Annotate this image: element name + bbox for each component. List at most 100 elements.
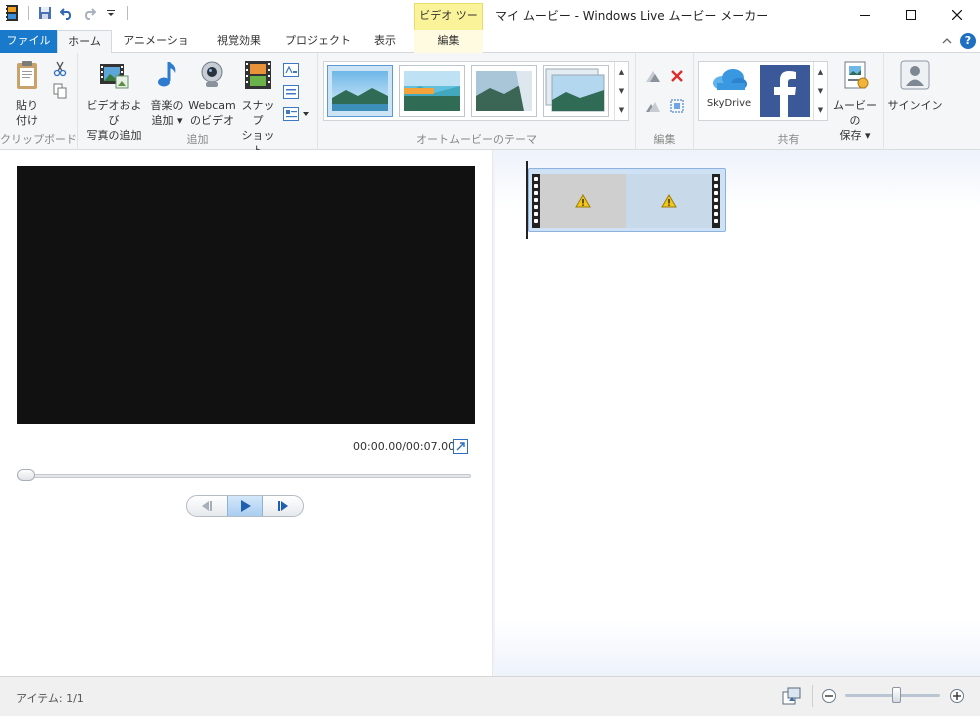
zoom-in-button[interactable]: [950, 689, 964, 703]
undo-icon[interactable]: [59, 5, 75, 21]
save-movie-label-2: 保存 ▾: [839, 129, 871, 142]
minimize-ribbon-icon[interactable]: [942, 37, 952, 45]
video-preview-monitor[interactable]: [17, 166, 475, 424]
copy-button[interactable]: [51, 82, 69, 100]
storyboard-playhead[interactable]: [526, 161, 528, 239]
share-gallery: SkyDrive ▲ ▼ ▼: [698, 61, 828, 121]
remove-button[interactable]: [668, 67, 686, 85]
theme-thumbnail[interactable]: [399, 65, 465, 117]
ribbon: 貼り 付け クリップボード ビデオおよび 写真の追加 音楽の 追加 ▾ Webc…: [0, 53, 980, 157]
copy-icon: [53, 83, 67, 99]
previous-frame-button[interactable]: [187, 496, 227, 516]
caption-icon: [283, 85, 299, 99]
theme-contemporary-icon: [404, 71, 460, 111]
title-icon: [283, 63, 299, 77]
webcam-video-button[interactable]: Webcam のビデオ: [188, 59, 236, 128]
tab-file[interactable]: ファイル: [0, 30, 57, 53]
timecode: 00:00.00/00:07.00: [353, 440, 456, 453]
zoom-out-button[interactable]: [822, 689, 836, 703]
snapshot-label-1: スナップ: [241, 99, 275, 127]
clip-frame: [540, 174, 626, 228]
clipboard-group-label: クリップボード: [0, 133, 77, 146]
fullscreen-preview-icon[interactable]: [453, 439, 468, 454]
webcam-icon: [201, 61, 223, 87]
skydrive-label: SkyDrive: [706, 98, 752, 109]
storyboard-clip[interactable]: [528, 168, 726, 232]
seek-bar-thumb[interactable]: [17, 469, 35, 481]
customize-qat-icon[interactable]: [103, 5, 119, 21]
paste-button[interactable]: 貼り 付け: [8, 59, 46, 128]
rotate-right-button[interactable]: [644, 97, 662, 115]
tab-view[interactable]: 表示: [362, 30, 408, 53]
tab-animation[interactable]: アニメーション: [118, 30, 194, 69]
add-credits-button[interactable]: [282, 105, 312, 123]
facebook-icon: [774, 71, 796, 117]
thumbnail-size-icon[interactable]: [782, 687, 802, 705]
theme-gallery-scroll[interactable]: ▲ ▼ ▼: [614, 62, 628, 120]
add-group-label: 追加: [186, 133, 209, 146]
rotate-right-icon: [646, 102, 660, 112]
save-movie-button[interactable]: ムービーの 保存 ▾: [832, 59, 878, 143]
maximize-button[interactable]: [888, 0, 934, 30]
gallery-down-icon[interactable]: ▼: [619, 87, 624, 95]
signin-group: サインイン: [884, 53, 944, 150]
minimize-button[interactable]: [842, 0, 888, 30]
seek-bar[interactable]: [17, 474, 471, 478]
status-bar: アイテム: 1/1: [0, 676, 980, 716]
scissors-icon: [53, 61, 67, 77]
gallery-up-icon[interactable]: ▲: [619, 68, 624, 76]
share-up-icon[interactable]: ▲: [818, 68, 823, 76]
gallery-more-icon[interactable]: ▼: [619, 106, 624, 114]
close-button[interactable]: [934, 0, 980, 30]
signin-label: サインイン: [887, 99, 943, 112]
tab-visual-effects[interactable]: 視覚効果: [205, 30, 273, 53]
rotate-left-button[interactable]: [644, 67, 662, 85]
play-icon: [241, 500, 251, 512]
app-icon[interactable]: [4, 5, 20, 21]
tab-edit[interactable]: 編集: [414, 30, 483, 53]
add-videos-label-1: ビデオおよび: [86, 99, 142, 127]
share-gallery-scroll[interactable]: ▲ ▼ ▼: [813, 62, 827, 120]
film-strip-right: [712, 174, 720, 228]
tab-project[interactable]: プロジェクト: [282, 30, 354, 53]
theme-thumbnail[interactable]: [327, 65, 393, 117]
theme-default-icon: [332, 71, 388, 111]
theme-thumbnail[interactable]: [543, 65, 609, 117]
facebook-button[interactable]: [760, 65, 810, 117]
help-icon[interactable]: ?: [960, 33, 976, 49]
editing-group: 編集: [636, 53, 694, 150]
delete-x-icon: [671, 70, 683, 82]
save-movie-label-1: ムービーの: [833, 99, 877, 127]
share-down-icon[interactable]: ▼: [818, 87, 823, 95]
select-all-icon: [670, 99, 684, 113]
editing-group-label: 編集: [653, 133, 676, 146]
cut-button[interactable]: [51, 60, 69, 78]
automovie-theme-gallery: ▲ ▼ ▼: [323, 61, 629, 121]
clip-frame: [626, 174, 712, 228]
quick-access-toolbar: [4, 5, 130, 21]
rotate-left-icon: [646, 71, 660, 82]
select-all-button[interactable]: [668, 97, 686, 115]
skydrive-button[interactable]: SkyDrive: [703, 65, 755, 117]
maximize-icon: [906, 10, 916, 20]
main-area: 00:00.00/00:07.00: [0, 150, 980, 676]
save-icon[interactable]: [37, 5, 53, 21]
share-more-icon[interactable]: ▼: [818, 106, 823, 114]
save-movie-icon: [844, 61, 869, 89]
next-frame-icon: [278, 501, 288, 511]
theme-thumbnail[interactable]: [471, 65, 537, 117]
previous-frame-icon: [202, 501, 212, 511]
webcam-label-1: Webcam: [188, 99, 236, 112]
add-title-button[interactable]: [282, 61, 300, 79]
paste-label-1: 貼り: [16, 99, 38, 112]
theme-pan-zoom-icon: [545, 68, 605, 112]
skydrive-cloud-icon: [713, 69, 747, 90]
zoom-slider-thumb[interactable]: [892, 687, 902, 703]
next-frame-button[interactable]: [263, 496, 303, 516]
tab-home[interactable]: ホーム: [57, 30, 112, 54]
redo-icon[interactable]: [81, 5, 97, 21]
add-music-button[interactable]: 音楽の 追加 ▾: [147, 59, 187, 128]
signin-button[interactable]: サインイン: [886, 59, 944, 113]
add-caption-button[interactable]: [282, 83, 300, 101]
play-button[interactable]: [227, 496, 263, 516]
